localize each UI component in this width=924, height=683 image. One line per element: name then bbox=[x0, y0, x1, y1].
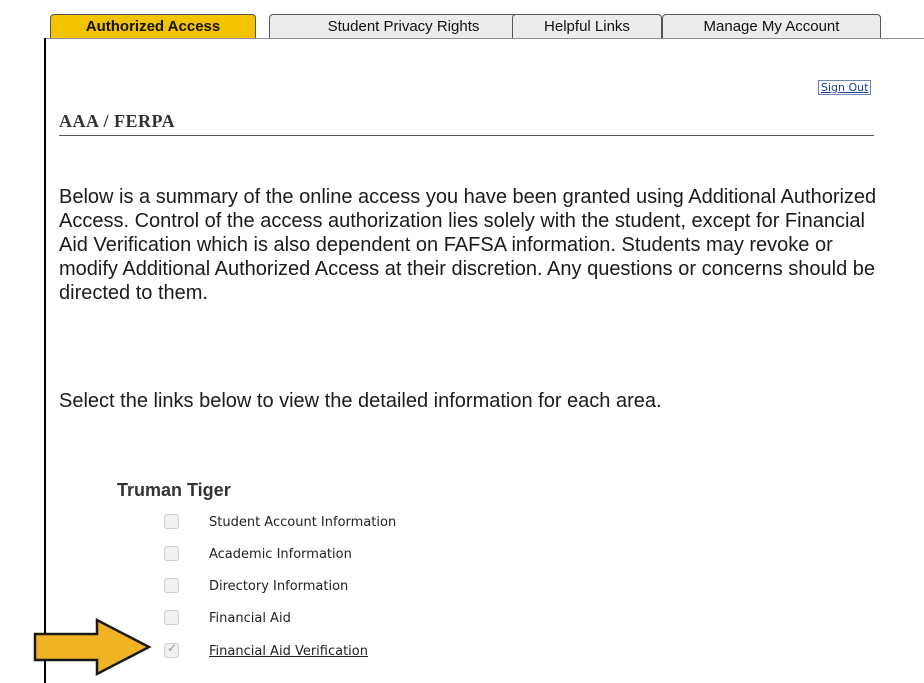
content-left-border bbox=[44, 38, 46, 683]
tab-bar-baseline bbox=[44, 38, 924, 39]
page: Authorized Access Student Privacy Rights… bbox=[0, 0, 924, 683]
tab-student-privacy-rights[interactable]: Student Privacy Rights bbox=[269, 14, 538, 38]
access-item-label: Academic Information bbox=[209, 547, 352, 562]
access-checkbox bbox=[164, 546, 179, 561]
tab-authorized-access[interactable]: Authorized Access bbox=[50, 14, 256, 38]
access-item-label: Student Account Information bbox=[209, 515, 397, 530]
financial-aid-verification-link[interactable]: Financial Aid Verification bbox=[209, 644, 368, 659]
access-checkbox bbox=[164, 610, 179, 625]
title-divider bbox=[59, 135, 874, 136]
instructions-text: Select the links below to view the detai… bbox=[59, 390, 662, 412]
check-icon bbox=[164, 641, 179, 658]
access-checkbox bbox=[164, 578, 179, 593]
right-arrow-icon bbox=[33, 617, 152, 677]
access-item-label: Financial Aid bbox=[209, 611, 291, 626]
sign-out-button[interactable]: Sign Out bbox=[818, 80, 872, 95]
access-item-label: Directory Information bbox=[209, 579, 349, 594]
tab-helpful-links[interactable]: Helpful Links bbox=[512, 14, 662, 38]
summary-text: Below is a summary of the online access … bbox=[59, 186, 877, 304]
page-title: AAA / FERPA bbox=[59, 111, 176, 131]
access-checkbox bbox=[164, 514, 179, 529]
student-name: Truman Tiger bbox=[117, 480, 231, 500]
tab-manage-my-account[interactable]: Manage My Account bbox=[662, 14, 881, 38]
